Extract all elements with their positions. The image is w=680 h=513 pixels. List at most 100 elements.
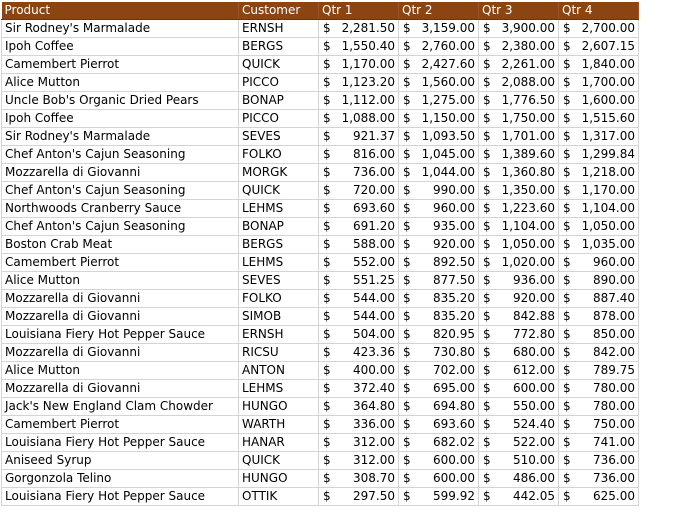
product-cell[interactable]: Ipoh Coffee bbox=[1, 37, 239, 56]
qtr1-cell[interactable]: $1,550.40 bbox=[318, 37, 399, 56]
customer-cell[interactable]: HANAR bbox=[238, 433, 319, 452]
product-cell[interactable]: Camembert Pierrot bbox=[1, 55, 239, 74]
header-qtr1[interactable]: Qtr 1 bbox=[318, 2, 399, 20]
customer-cell[interactable]: FOLKO bbox=[238, 145, 319, 164]
customer-cell[interactable]: SIMOB bbox=[238, 307, 319, 326]
qtr4-cell[interactable]: $2,607.15 bbox=[558, 37, 639, 56]
product-cell[interactable]: Mozzarella di Giovanni bbox=[1, 307, 239, 326]
product-cell[interactable]: Alice Mutton bbox=[1, 73, 239, 92]
qtr3-cell[interactable]: $1,104.00 bbox=[478, 217, 559, 236]
qtr3-cell[interactable]: $936.00 bbox=[478, 271, 559, 290]
product-cell[interactable]: Uncle Bob's Organic Dried Pears bbox=[1, 91, 239, 110]
qtr4-cell[interactable]: $1,317.00 bbox=[558, 127, 639, 146]
qtr3-cell[interactable]: $612.00 bbox=[478, 361, 559, 380]
qtr2-cell[interactable]: $1,093.50 bbox=[398, 127, 479, 146]
product-cell[interactable]: Chef Anton's Cajun Seasoning bbox=[1, 181, 239, 200]
product-cell[interactable]: Gorgonzola Telino bbox=[1, 469, 239, 488]
qtr2-cell[interactable]: $693.60 bbox=[398, 415, 479, 434]
qtr2-cell[interactable]: $2,760.00 bbox=[398, 37, 479, 56]
qtr1-cell[interactable]: $1,123.20 bbox=[318, 73, 399, 92]
customer-cell[interactable]: BERGS bbox=[238, 37, 319, 56]
customer-cell[interactable]: HUNGO bbox=[238, 469, 319, 488]
qtr1-cell[interactable]: $423.36 bbox=[318, 343, 399, 362]
product-cell[interactable]: Alice Mutton bbox=[1, 271, 239, 290]
qtr2-cell[interactable]: $3,159.00 bbox=[398, 19, 479, 38]
qtr4-cell[interactable]: $789.75 bbox=[558, 361, 639, 380]
product-cell[interactable]: Louisiana Fiery Hot Pepper Sauce bbox=[1, 487, 239, 506]
qtr3-cell[interactable]: $1,020.00 bbox=[478, 253, 559, 272]
qtr3-cell[interactable]: $842.88 bbox=[478, 307, 559, 326]
product-cell[interactable]: Sir Rodney's Marmalade bbox=[1, 127, 239, 146]
qtr2-cell[interactable]: $600.00 bbox=[398, 451, 479, 470]
qtr3-cell[interactable]: $1,350.00 bbox=[478, 181, 559, 200]
qtr2-cell[interactable]: $600.00 bbox=[398, 469, 479, 488]
qtr3-cell[interactable]: $2,088.00 bbox=[478, 73, 559, 92]
customer-cell[interactable]: ERNSH bbox=[238, 19, 319, 38]
qtr2-cell[interactable]: $960.00 bbox=[398, 199, 479, 218]
qtr4-cell[interactable]: $960.00 bbox=[558, 253, 639, 272]
qtr2-cell[interactable]: $730.80 bbox=[398, 343, 479, 362]
qtr3-cell[interactable]: $524.40 bbox=[478, 415, 559, 434]
qtr3-cell[interactable]: $772.80 bbox=[478, 325, 559, 344]
qtr4-cell[interactable]: $1,218.00 bbox=[558, 163, 639, 182]
qtr4-cell[interactable]: $1,299.84 bbox=[558, 145, 639, 164]
qtr1-cell[interactable]: $2,281.50 bbox=[318, 19, 399, 38]
product-cell[interactable]: Mozzarella di Giovanni bbox=[1, 163, 239, 182]
product-cell[interactable]: Camembert Pierrot bbox=[1, 253, 239, 272]
qtr1-cell[interactable]: $312.00 bbox=[318, 451, 399, 470]
customer-cell[interactable]: ERNSH bbox=[238, 325, 319, 344]
qtr1-cell[interactable]: $544.00 bbox=[318, 307, 399, 326]
qtr3-cell[interactable]: $550.00 bbox=[478, 397, 559, 416]
qtr1-cell[interactable]: $312.00 bbox=[318, 433, 399, 452]
qtr1-cell[interactable]: $720.00 bbox=[318, 181, 399, 200]
product-cell[interactable]: Boston Crab Meat bbox=[1, 235, 239, 254]
customer-cell[interactable]: PICCO bbox=[238, 109, 319, 128]
qtr3-cell[interactable]: $1,389.60 bbox=[478, 145, 559, 164]
qtr1-cell[interactable]: $693.60 bbox=[318, 199, 399, 218]
qtr3-cell[interactable]: $1,776.50 bbox=[478, 91, 559, 110]
qtr2-cell[interactable]: $835.20 bbox=[398, 307, 479, 326]
customer-cell[interactable]: LEHMS bbox=[238, 253, 319, 272]
customer-cell[interactable]: BONAP bbox=[238, 91, 319, 110]
product-cell[interactable]: Ipoh Coffee bbox=[1, 109, 239, 128]
qtr1-cell[interactable]: $552.00 bbox=[318, 253, 399, 272]
header-qtr4[interactable]: Qtr 4 bbox=[558, 2, 639, 20]
qtr1-cell[interactable]: $921.37 bbox=[318, 127, 399, 146]
qtr4-cell[interactable]: $625.00 bbox=[558, 487, 639, 506]
customer-cell[interactable]: SEVES bbox=[238, 127, 319, 146]
qtr1-cell[interactable]: $400.00 bbox=[318, 361, 399, 380]
qtr2-cell[interactable]: $892.50 bbox=[398, 253, 479, 272]
product-cell[interactable]: Camembert Pierrot bbox=[1, 415, 239, 434]
qtr2-cell[interactable]: $820.95 bbox=[398, 325, 479, 344]
qtr3-cell[interactable]: $2,261.00 bbox=[478, 55, 559, 74]
product-cell[interactable]: Mozzarella di Giovanni bbox=[1, 379, 239, 398]
qtr2-cell[interactable]: $990.00 bbox=[398, 181, 479, 200]
customer-cell[interactable]: SEVES bbox=[238, 271, 319, 290]
qtr4-cell[interactable]: $850.00 bbox=[558, 325, 639, 344]
qtr2-cell[interactable]: $1,560.00 bbox=[398, 73, 479, 92]
qtr1-cell[interactable]: $336.00 bbox=[318, 415, 399, 434]
qtr2-cell[interactable]: $1,044.00 bbox=[398, 163, 479, 182]
qtr4-cell[interactable]: $842.00 bbox=[558, 343, 639, 362]
qtr2-cell[interactable]: $694.80 bbox=[398, 397, 479, 416]
qtr4-cell[interactable]: $780.00 bbox=[558, 379, 639, 398]
qtr1-cell[interactable]: $364.80 bbox=[318, 397, 399, 416]
product-cell[interactable]: Mozzarella di Giovanni bbox=[1, 289, 239, 308]
qtr4-cell[interactable]: $878.00 bbox=[558, 307, 639, 326]
qtr4-cell[interactable]: $1,035.00 bbox=[558, 235, 639, 254]
qtr2-cell[interactable]: $599.92 bbox=[398, 487, 479, 506]
qtr2-cell[interactable]: $835.20 bbox=[398, 289, 479, 308]
qtr1-cell[interactable]: $308.70 bbox=[318, 469, 399, 488]
qtr4-cell[interactable]: $780.00 bbox=[558, 397, 639, 416]
qtr3-cell[interactable]: $486.00 bbox=[478, 469, 559, 488]
qtr1-cell[interactable]: $551.25 bbox=[318, 271, 399, 290]
qtr2-cell[interactable]: $702.00 bbox=[398, 361, 479, 380]
customer-cell[interactable]: LEHMS bbox=[238, 379, 319, 398]
qtr3-cell[interactable]: $442.05 bbox=[478, 487, 559, 506]
customer-cell[interactable]: PICCO bbox=[238, 73, 319, 92]
qtr1-cell[interactable]: $736.00 bbox=[318, 163, 399, 182]
qtr3-cell[interactable]: $2,380.00 bbox=[478, 37, 559, 56]
qtr4-cell[interactable]: $1,700.00 bbox=[558, 73, 639, 92]
qtr4-cell[interactable]: $750.00 bbox=[558, 415, 639, 434]
product-cell[interactable]: Louisiana Fiery Hot Pepper Sauce bbox=[1, 433, 239, 452]
